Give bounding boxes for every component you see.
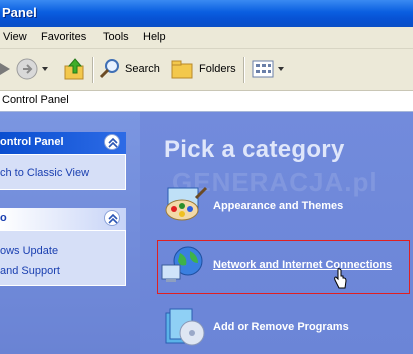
- collapse-chevron-icon[interactable]: [104, 210, 120, 226]
- title-bar[interactable]: Panel: [0, 0, 413, 27]
- menu-help[interactable]: Help: [143, 31, 166, 43]
- category-appearance-themes[interactable]: Appearance and Themes: [160, 184, 343, 228]
- toolbar-separator: [243, 57, 244, 83]
- menu-view[interactable]: View: [3, 31, 27, 43]
- search-label: Search: [125, 63, 160, 75]
- page-title: Pick a category: [164, 136, 345, 163]
- collapse-chevron-icon[interactable]: [104, 134, 120, 150]
- category-add-remove-programs[interactable]: Add or Remove Programs: [160, 305, 349, 349]
- search-button[interactable]: Search: [99, 58, 160, 80]
- menu-tools[interactable]: Tools: [103, 31, 129, 43]
- appearance-icon: [165, 186, 208, 221]
- hand-cursor-icon: [334, 268, 347, 289]
- forward-button[interactable]: [16, 58, 48, 80]
- forward-arrow-icon: [16, 58, 38, 80]
- search-icon: [99, 59, 119, 79]
- window-title: Panel: [2, 5, 37, 20]
- back-arrow-icon[interactable]: [0, 58, 10, 80]
- address-field[interactable]: Control Panel: [0, 91, 413, 112]
- programs-icon: [165, 308, 205, 346]
- control-panel-title: ontrol Panel: [0, 136, 64, 148]
- up-folder-button[interactable]: [64, 58, 86, 80]
- see-also-body: ows Update and Support: [0, 230, 126, 286]
- views-icon: [252, 60, 274, 78]
- views-button[interactable]: [252, 58, 284, 80]
- menu-favorites[interactable]: Favorites: [41, 31, 86, 43]
- toolbar-separator: [92, 57, 93, 83]
- chevron-down-icon: [278, 67, 284, 71]
- help-support-link[interactable]: and Support: [0, 265, 60, 277]
- up-folder-icon: [64, 58, 84, 80]
- control-panel-header[interactable]: ontrol Panel: [0, 132, 126, 154]
- category-label: Add or Remove Programs: [213, 321, 349, 333]
- selection-highlight: [157, 240, 410, 294]
- folders-label: Folders: [199, 63, 236, 75]
- category-label: Appearance and Themes: [213, 200, 344, 212]
- toolbar: Search Folders: [0, 49, 413, 91]
- switch-classic-view-link[interactable]: ch to Classic View: [0, 167, 89, 179]
- see-also-title: o: [0, 212, 7, 224]
- menu-bar: View Favorites Tools Help: [0, 27, 413, 49]
- address-value: Control Panel: [2, 94, 69, 106]
- folders-icon: [171, 60, 193, 79]
- windows-update-link[interactable]: ows Update: [0, 245, 58, 257]
- task-pane: ontrol Panel ch to Classic View o ows Up…: [0, 112, 140, 354]
- folders-button[interactable]: Folders: [171, 58, 236, 80]
- control-panel-body: ch to Classic View: [0, 154, 126, 190]
- see-also-header[interactable]: o: [0, 208, 126, 230]
